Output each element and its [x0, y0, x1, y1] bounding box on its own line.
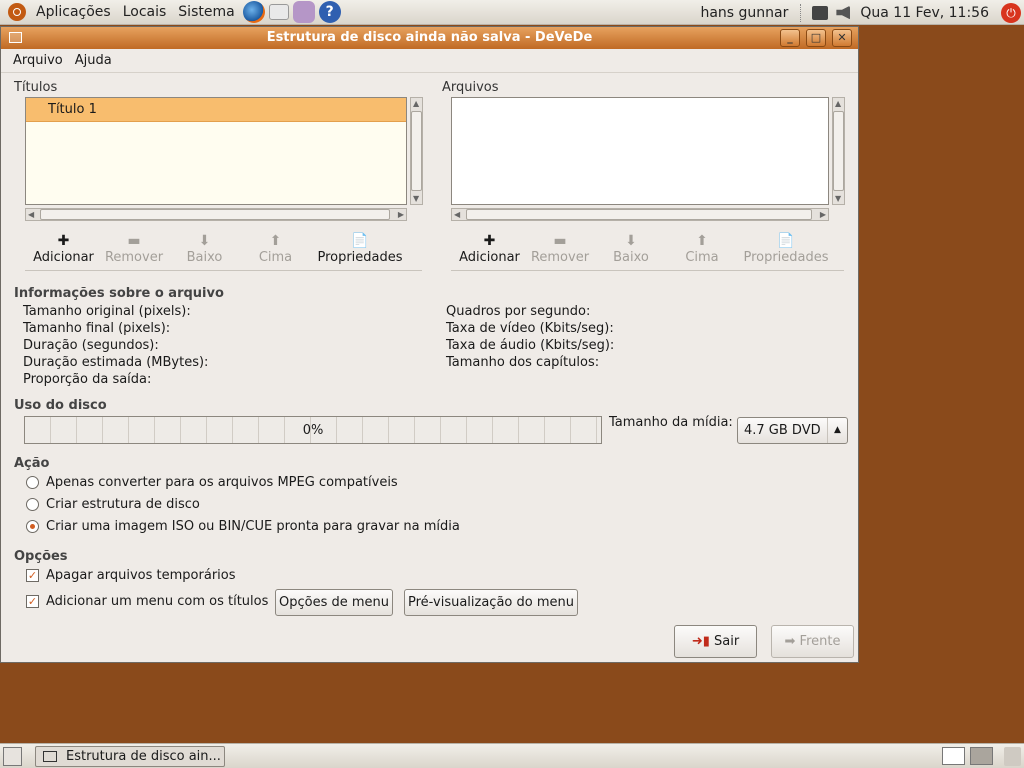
action-convert-radio[interactable]: Apenas converter para os arquivos MPEG c… [26, 475, 398, 490]
mail-icon[interactable] [268, 4, 289, 20]
menu-applications[interactable]: Aplicações [30, 4, 117, 20]
menu-system[interactable]: Sistema [172, 4, 240, 20]
quit-button[interactable]: ➜▮ Sair [674, 625, 757, 658]
info-video-rate: Taxa de vídeo (Kbits/seg): [446, 321, 614, 336]
trash-icon[interactable] [1004, 747, 1021, 766]
titles-down-button[interactable]: ⬇ Baixo [166, 232, 243, 265]
window-titlebar[interactable]: Estrutura de disco ainda não salva - DeV… [1, 27, 858, 49]
file-info-right: Quadros por segundo: Taxa de vídeo (Kbit… [446, 303, 614, 371]
power-icon[interactable]: ⏻ [1001, 2, 1021, 23]
titles-remove-button[interactable]: ▬ Remover [102, 232, 166, 265]
titles-vscroll[interactable]: ▲ ▼ [410, 97, 423, 205]
show-desktop-icon[interactable] [3, 747, 22, 766]
files-list[interactable] [451, 97, 829, 205]
maximize-button[interactable]: □ [806, 29, 826, 47]
disk-usage-progress: 0% [24, 416, 602, 444]
menu-places[interactable]: Locais [117, 4, 173, 20]
workspace-2[interactable] [970, 747, 993, 765]
files-separator [451, 270, 844, 271]
file-info-heading: Informações sobre o arquivo [14, 286, 224, 301]
remove-icon: ▬ [553, 233, 567, 249]
action-disk-structure-radio[interactable]: Criar estrutura de disco [26, 497, 200, 512]
clock[interactable]: Qua 11 Fev, 11:56 [854, 5, 995, 21]
menu-preview-button[interactable]: Pré-visualização do menu [404, 589, 578, 616]
titles-toolbar: ✚ Adicionar ▬ Remover ⬇ Baixo ⬆ Cima 📄 Propri… [25, 232, 412, 265]
files-hscroll[interactable]: ◀ ▶ [451, 208, 829, 221]
file-info-left: Tamanho original (pixels): Tamanho final… [23, 303, 208, 388]
minimize-button[interactable]: _ [780, 29, 800, 47]
ubuntu-logo-icon[interactable] [8, 3, 26, 21]
titles-separator [25, 270, 422, 271]
forward-button[interactable]: ➡ Frente [771, 625, 854, 658]
top-panel: Aplicações Locais Sistema ? hans gunnar … [0, 0, 1024, 25]
add-icon: ✚ [483, 233, 496, 249]
pidgin-icon[interactable] [292, 1, 315, 23]
files-remove-button[interactable]: ▬ Remover [528, 232, 592, 265]
info-aspect-ratio: Proporção da saída: [23, 372, 152, 387]
add-icon: ✚ [57, 233, 70, 249]
window-menu-icon[interactable] [9, 32, 22, 43]
info-fps: Quadros por segundo: [446, 304, 591, 319]
taskbar-window-button[interactable]: Estrutura de disco ain... [35, 746, 225, 767]
info-final-size: Tamanho final (pixels): [23, 321, 171, 336]
info-audio-rate: Taxa de áudio (Kbits/seg): [446, 338, 615, 353]
files-vscroll[interactable]: ▲ ▼ [832, 97, 845, 205]
network-icon[interactable] [812, 5, 829, 20]
volume-icon[interactable] [836, 5, 851, 20]
forward-arrow-icon: ➡ [784, 634, 796, 649]
add-menu-checkbox[interactable]: ✓ Adicionar um menu com os títulos [26, 594, 268, 609]
files-add-button[interactable]: ✚ Adicionar [451, 232, 528, 265]
exit-icon: ➜▮ [691, 634, 710, 649]
close-button[interactable]: ✕ [832, 29, 852, 47]
bottom-panel: Estrutura de disco ain... [0, 743, 1024, 768]
titles-hscroll[interactable]: ◀ ▶ [25, 208, 407, 221]
titles-label: Títulos [14, 80, 58, 95]
delete-temp-checkbox[interactable]: ✓ Apagar arquivos temporários [26, 568, 236, 583]
info-duration: Duração (segundos): [23, 338, 159, 353]
down-arrow-icon: ⬇ [198, 233, 211, 249]
titles-properties-button[interactable]: 📄 Propriedades [308, 232, 412, 265]
up-arrow-icon: ⬆ [696, 233, 708, 249]
options-heading: Opções [14, 549, 68, 564]
menu-ajuda[interactable]: Ajuda [69, 53, 118, 68]
media-size-label: Tamanho da mídia: [609, 415, 733, 430]
down-arrow-icon: ⬇ [625, 233, 637, 249]
properties-icon: 📄 [351, 233, 369, 249]
files-label: Arquivos [442, 80, 499, 95]
info-estimated-size: Duração estimada (MBytes): [23, 355, 209, 370]
disk-usage-percent: 0% [302, 423, 324, 438]
remove-icon: ▬ [127, 233, 141, 249]
files-toolbar: ✚ Adicionar ▬ Remover ⬇ Baixo ⬆ Cima 📄 Propri… [451, 232, 838, 265]
titles-add-button[interactable]: ✚ Adicionar [25, 232, 102, 265]
titles-list[interactable]: Título 1 [25, 97, 407, 205]
menu-options-button[interactable]: Opções de menu [275, 589, 393, 616]
titles-up-button[interactable]: ⬆ Cima [243, 232, 308, 265]
info-chapter-size: Tamanho dos capítulos: [446, 355, 600, 370]
window-title: Estrutura de disco ainda não salva - DeV… [266, 30, 593, 45]
info-original-size: Tamanho original (pixels): [23, 304, 191, 319]
user-switcher[interactable]: hans gunnar [694, 5, 794, 21]
workspace-1[interactable] [942, 747, 965, 765]
properties-icon: 📄 [777, 233, 795, 249]
files-down-button[interactable]: ⬇ Baixo [592, 232, 670, 265]
files-up-button[interactable]: ⬆ Cima [670, 232, 734, 265]
firefox-icon[interactable] [242, 1, 265, 23]
disk-usage-heading: Uso do disco [14, 398, 107, 413]
menu-arquivo[interactable]: Arquivo [7, 53, 69, 68]
title-row[interactable]: Título 1 [26, 98, 406, 122]
files-properties-button[interactable]: 📄 Propriedades [734, 232, 838, 265]
action-iso-image-radio[interactable]: Criar uma imagem ISO ou BIN/CUE pronta p… [26, 519, 460, 534]
help-icon[interactable]: ? [318, 1, 341, 23]
media-size-select[interactable]: 4.7 GB DVD ▲ [737, 417, 848, 444]
menubar: Arquivo Ajuda [1, 49, 858, 73]
up-arrow-icon: ⬆ [269, 233, 282, 249]
combo-arrows-icon: ▲ [827, 418, 847, 443]
window-icon [43, 751, 57, 762]
panel-separator [800, 3, 802, 22]
action-heading: Ação [14, 456, 50, 471]
